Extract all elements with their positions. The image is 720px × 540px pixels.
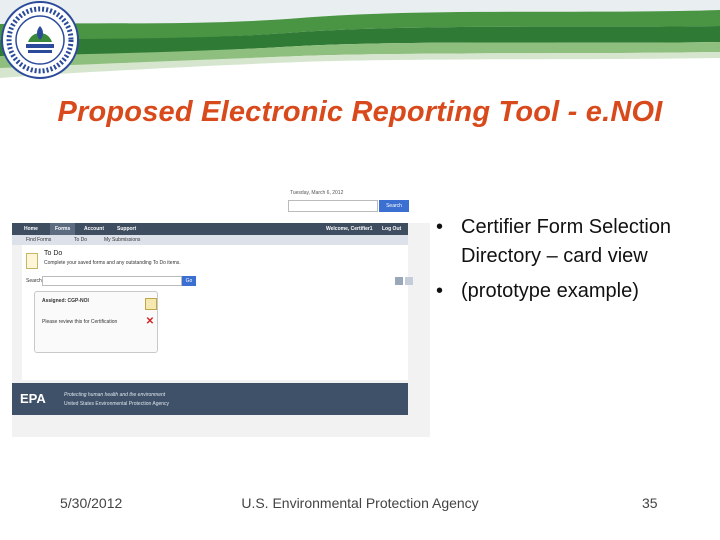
welcome-text: Welcome, Certifier1: [326, 226, 373, 232]
footer-agency-name: U.S. Environmental Protection Agency: [241, 495, 479, 511]
screenshot-subnav: Find Forms To Do My Submissions: [12, 235, 408, 245]
header-band: [0, 0, 720, 84]
bullet-icon: •: [436, 216, 444, 238]
screenshot-date: Tuesday, March 6, 2012: [290, 190, 344, 196]
subnav-my-submissions[interactable]: My Submissions: [104, 235, 140, 245]
subnav-to-do[interactable]: To Do: [74, 235, 87, 245]
screenshot-footer: EPA Protecting human health and the envi…: [12, 383, 408, 415]
nav-tab-account[interactable]: Account: [84, 223, 104, 235]
filter-input[interactable]: [42, 276, 182, 286]
subnav-find-forms[interactable]: Find Forms: [26, 235, 51, 245]
filter-label: Search: [26, 278, 42, 284]
bullet-item: • Certifier Form Selection Directory – ca…: [433, 213, 703, 271]
page-number: 35: [642, 495, 658, 511]
screenshot-search-input[interactable]: [288, 200, 378, 212]
edit-icon[interactable]: [145, 298, 157, 310]
bullet-list: • Certifier Form Selection Directory – ca…: [433, 213, 703, 306]
footer-tagline: Protecting human health and the environm…: [64, 392, 166, 398]
card-title: Assigned: CGP-NOI: [42, 298, 89, 304]
form-card[interactable]: Assigned: CGP-NOI Please review this for…: [34, 291, 158, 353]
bullet-text: Certifier Form Selection Directory – car…: [461, 216, 672, 267]
card-text: Please review this for Certification: [42, 319, 118, 325]
nav-tab-forms[interactable]: Forms: [50, 223, 76, 235]
nav-tab-home[interactable]: Home: [24, 223, 38, 235]
todo-title: To Do: [44, 250, 63, 257]
bullet-text: (prototype example): [461, 280, 639, 302]
epa-seal-icon: [1, 1, 79, 79]
delete-icon[interactable]: ✕: [145, 317, 155, 327]
bullet-icon: •: [436, 280, 444, 302]
nav-tab-support[interactable]: Support: [117, 223, 136, 235]
prototype-screenshot: Tuesday, March 6, 2012 Search Home Forms…: [12, 185, 430, 437]
todo-description: Complete your saved forms and any outsta…: [44, 260, 181, 266]
slide-title: Proposed Electronic Reporting Tool - e.N…: [57, 96, 663, 128]
card-view-icon[interactable]: [395, 277, 403, 285]
go-button[interactable]: Go: [182, 276, 196, 286]
footer-agency: United States Environmental Protection A…: [64, 401, 170, 407]
header-waves: [0, 0, 720, 78]
todo-icon: [26, 253, 38, 269]
screenshot-nav: Home Forms Account Support Welcome, Cert…: [12, 223, 408, 235]
screenshot-search-button[interactable]: Search: [379, 200, 409, 212]
epa-logo: EPA: [20, 391, 46, 406]
screenshot-topbar: Tuesday, March 6, 2012 Search: [12, 185, 430, 223]
list-view-icon[interactable]: [405, 277, 413, 285]
logout-link[interactable]: Log Out: [382, 223, 401, 235]
screenshot-main: To Do Complete your saved forms and any …: [22, 245, 413, 380]
bullet-item: • (prototype example): [433, 277, 703, 306]
